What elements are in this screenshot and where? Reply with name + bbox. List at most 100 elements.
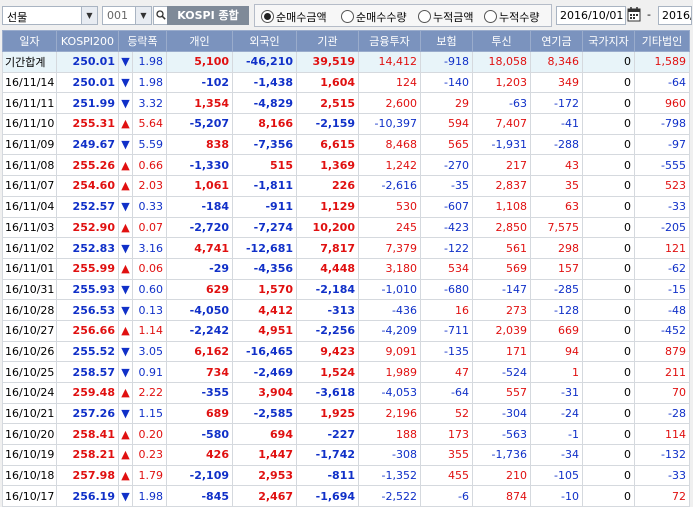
radio-label: 순매수금액: [276, 11, 327, 24]
other-corporations-cell: 879: [634, 340, 690, 363]
table-row[interactable]: 16/11/02 252.83 ▼ 3.16 4,741 -12,681 7,817 7,37…: [2, 237, 690, 259]
change-direction-icon: ▲: [118, 464, 133, 487]
financial-investment-cell: -308: [358, 444, 421, 466]
table-row[interactable]: 16/11/14 250.01 ▼ 1.98 -102 -1,438 1,604 124 -14…: [2, 71, 690, 94]
code-select[interactable]: 001 ▼: [102, 6, 152, 25]
pension-cell: -172: [530, 92, 583, 115]
table-row[interactable]: 16/11/10 255.31 ▲ 5.64 -5,207 8,166 -2,159 -10,…: [2, 113, 690, 135]
foreign-cell: -7,356: [232, 133, 297, 156]
table-row[interactable]: 16/10/17 256.19 ▼ 1.98 -845 2,467 -1,694 -2,522…: [2, 485, 690, 507]
insurance-cell: 29: [420, 92, 473, 115]
table-row[interactable]: 16/11/11 251.99 ▼ 3.32 1,354 -4,829 2,515 2,600…: [2, 92, 690, 115]
header-individual[interactable]: 개인: [166, 30, 233, 52]
investor-trading-table: 일자 KOSPI200 등락폭 개인 외국인 기관 금융투자 보험 투신 연기금…: [2, 30, 690, 507]
header-institution[interactable]: 기관: [296, 30, 359, 52]
date: 16/10/26: [2, 340, 57, 363]
investment-trust-cell: -1,931: [472, 133, 531, 156]
header-insurance[interactable]: 보험: [420, 30, 473, 52]
table-row[interactable]: 16/10/20 258.41 ▲ 0.20 -580 694 -227 188 173 -563…: [2, 423, 690, 446]
kospi200-cell: 252.57: [56, 195, 119, 218]
investor-select[interactable]: 선물 ▼: [2, 6, 98, 25]
institution-cell: 1,925: [296, 402, 359, 425]
insurance-cell: -918: [420, 51, 473, 73]
change-cell: 2.22: [132, 382, 167, 404]
other-corporations-cell: 523: [634, 175, 690, 197]
table-row[interactable]: 16/11/09 249.67 ▼ 5.59 838 -7,356 6,615 8,468 56…: [2, 133, 690, 156]
header-financial-investment[interactable]: 금융투자: [358, 30, 421, 52]
investment-trust-cell: 561: [472, 237, 531, 259]
institution-cell: -1,742: [296, 444, 359, 466]
kospi200-cell: 255.93: [56, 278, 119, 301]
table-row[interactable]: 16/10/31 255.93 ▼ 0.60 629 1,570 -2,184 -1,010-…: [2, 278, 690, 301]
other-corporations-cell: 960: [634, 92, 690, 115]
header-foreign[interactable]: 외국인: [232, 30, 297, 52]
change-direction-icon: ▼: [118, 402, 133, 425]
radio-net-buy-amount[interactable]: 순매수금액: [261, 9, 327, 25]
chevron-down-icon[interactable]: ▼: [81, 7, 97, 24]
header-change[interactable]: 등락폭: [118, 30, 167, 52]
header-kospi200[interactable]: KOSPI200: [56, 30, 119, 52]
table-row[interactable]: 16/10/26 255.52 ▼ 3.05 6,162 -16,465 9,423 9,09…: [2, 340, 690, 363]
change-direction-icon: ▼: [118, 299, 133, 321]
table-row[interactable]: 16/10/25 258.57 ▼ 0.91 734 -2,469 1,524 1,989 47…: [2, 361, 690, 383]
other-corporations-cell: 72: [634, 485, 690, 507]
investment-trust-cell: 1,108: [472, 195, 531, 218]
investment-trust-cell: 569: [472, 257, 531, 280]
table-row[interactable]: 16/10/28 256.53 ▼ 0.13 -4,050 4,412 -313 -436 16…: [2, 299, 690, 321]
foreign-cell: 4,412: [232, 299, 297, 321]
header-government[interactable]: 국가지자: [582, 30, 635, 52]
foreign-cell: -1,811: [232, 175, 297, 197]
insurance-cell: 565: [420, 133, 473, 156]
institution-cell: -2,159: [296, 113, 359, 135]
financial-investment-cell: 188: [358, 423, 421, 446]
calendar-icon[interactable]: [627, 6, 643, 24]
pension-cell: -288: [530, 133, 583, 156]
table-row[interactable]: 16/11/07 254.60 ▲ 2.03 1,061 -1,811 226 -2,616-…: [2, 175, 690, 197]
start-date-input[interactable]: 2016/10/01: [556, 6, 626, 25]
table-row[interactable]: 16/11/08 255.26 ▲ 0.66 -1,330 515 1,369 1,242 -2…: [2, 154, 690, 177]
radio-cumulative-amount[interactable]: 누적금액: [418, 9, 473, 25]
table-row[interactable]: 16/10/18 257.98 ▲ 1.79 -2,109 2,953 -811 -1,352…: [2, 464, 690, 487]
change-direction-icon: ▲: [118, 175, 133, 197]
table-row[interactable]: 16/10/24 259.48 ▲ 2.22 -355 3,904 -3,618 -4,053…: [2, 382, 690, 404]
change-cell: 5.64: [132, 113, 167, 135]
end-date-input[interactable]: 2016/1: [658, 6, 692, 25]
individual-cell: 838: [166, 133, 233, 156]
header-investment-trust[interactable]: 투신: [472, 30, 531, 52]
change-cell: 1.79: [132, 464, 167, 487]
change-cell: 0.60: [132, 278, 167, 301]
pension-cell: 669: [530, 319, 583, 342]
kospi200-cell: 254.60: [56, 175, 119, 197]
date: 16/11/11: [2, 92, 57, 115]
change-cell: 1.98: [132, 71, 167, 94]
pension-cell: -128: [530, 299, 583, 321]
pension-cell: -34: [530, 444, 583, 466]
table-row[interactable]: 16/10/27 256.66 ▲ 1.14 -2,242 4,951 -2,256 -4,2…: [2, 319, 690, 342]
header-pension[interactable]: 연기금: [530, 30, 583, 52]
government-cell: 0: [582, 237, 635, 259]
search-icon[interactable]: [153, 6, 168, 25]
table-row[interactable]: 16/11/04 252.57 ▼ 0.33 -184 -911 1,129 530 -607 1…: [2, 195, 690, 218]
table-row[interactable]: 16/10/21 257.26 ▼ 1.15 689 -2,585 1,925 2,196 52…: [2, 402, 690, 425]
insurance-cell: -64: [420, 382, 473, 404]
chevron-down-icon[interactable]: ▼: [135, 7, 151, 24]
other-corporations-cell: -15: [634, 278, 690, 301]
radio-net-buy-quantity[interactable]: 순매수수량: [341, 9, 407, 25]
insurance-cell: 594: [420, 113, 473, 135]
pension-cell: 298: [530, 237, 583, 259]
foreign-cell: 515: [232, 154, 297, 177]
table-row[interactable]: 16/10/19 258.21 ▲ 0.23 426 1,447 -1,742 -308 355…: [2, 444, 690, 466]
date: 16/11/08: [2, 154, 57, 177]
radio-cumulative-quantity[interactable]: 누적수량: [484, 9, 539, 25]
foreign-cell: -2,585: [232, 402, 297, 425]
date: 16/10/25: [2, 361, 57, 383]
date: 16/11/09: [2, 133, 57, 156]
table-row[interactable]: 16/11/01 255.99 ▲ 0.06 -29 -4,356 4,448 3,180 53…: [2, 257, 690, 280]
pension-cell: 349: [530, 71, 583, 94]
kospi200-cell: 255.52: [56, 340, 119, 363]
insurance-cell: 355: [420, 444, 473, 466]
header-other-corporations[interactable]: 기타법인: [634, 30, 690, 52]
header-date[interactable]: 일자: [2, 30, 57, 52]
period-total-row[interactable]: 기간합계 250.01 ▼ 1.98 5,100 -46,210 39,519 14,412-…: [2, 51, 690, 73]
table-row[interactable]: 16/11/03 252.90 ▲ 0.07 -2,720 -7,274 10,200 245…: [2, 216, 690, 239]
